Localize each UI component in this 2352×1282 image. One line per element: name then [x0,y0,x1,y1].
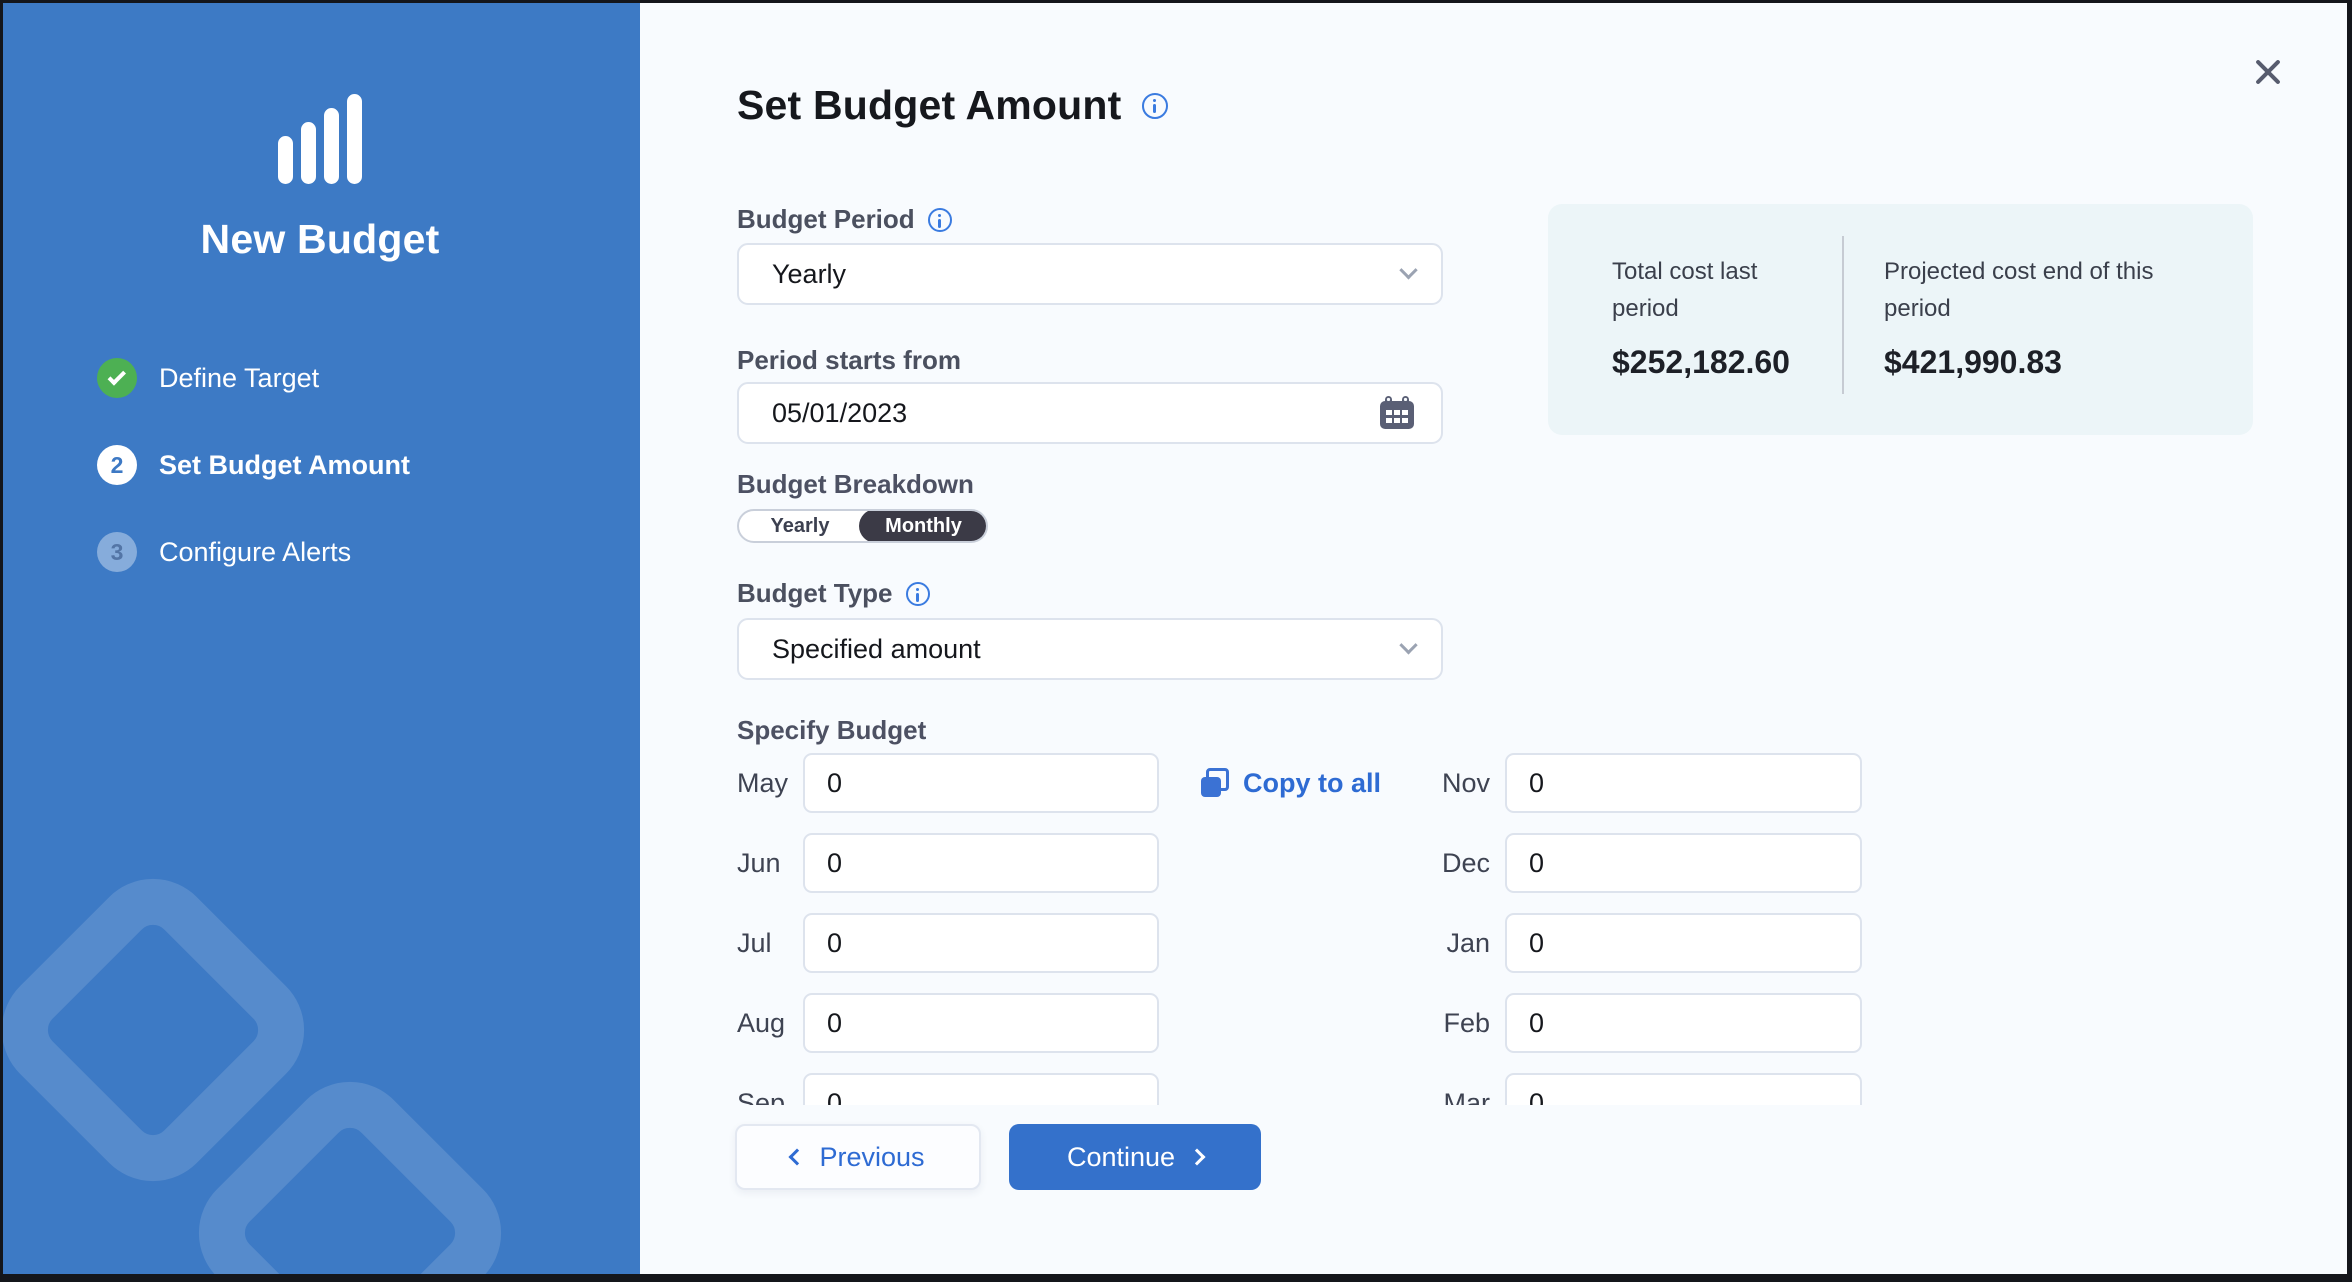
budget-period-value: Yearly [772,259,1402,290]
month-row: Jan [1418,913,1862,973]
month-label: Sep [737,1088,803,1106]
month-row: Aug [737,993,1159,1053]
period-starts-label: Period starts from [737,345,961,376]
month-row: May [737,753,1159,813]
step-set-budget-amount[interactable]: 2 Set Budget Amount [97,445,410,485]
month-row: Sep [737,1073,1159,1105]
month-label: Feb [1418,1008,1490,1039]
info-icon[interactable] [906,582,930,606]
month-row: Jun [737,833,1159,893]
window-frame-edge [0,0,2352,3]
month-amount-input[interactable] [1505,833,1862,893]
page-title: Set Budget Amount [737,82,1122,129]
toggle-option-yearly[interactable]: Yearly [739,511,861,541]
calendar-icon [1379,396,1415,430]
summary-value: $252,182.60 [1612,344,1802,381]
wizard-sidebar: New Budget Define Target 2 Set Budget Am… [0,0,640,1282]
month-label: May [737,768,803,799]
summary-divider [1842,236,1844,394]
bar-chart-logo [0,94,640,184]
month-amount-input[interactable] [803,913,1159,973]
month-label: Jul [737,928,803,959]
new-budget-modal: New Budget Define Target 2 Set Budget Am… [0,0,2352,1282]
period-starts-date-field[interactable]: 05/01/2023 [737,382,1443,444]
continue-button[interactable]: Continue [1009,1124,1261,1190]
summary-label: Total cost last period [1612,253,1802,327]
wizard-title: New Budget [0,216,640,263]
step-configure-alerts[interactable]: 3 Configure Alerts [97,532,410,572]
budget-breakdown-toggle: Yearly Monthly [737,509,988,543]
budget-breakdown-label: Budget Breakdown [737,469,974,500]
month-label: Jan [1418,928,1490,959]
window-frame-edge [0,0,3,1282]
window-frame-edge [0,1274,2352,1282]
month-amount-input[interactable] [803,993,1159,1053]
previous-button[interactable]: Previous [735,1124,981,1190]
budget-type-value: Specified amount [772,634,1402,665]
step-define-target[interactable]: Define Target [97,358,410,398]
month-label: Aug [737,1008,803,1039]
specify-budget-label: Specify Budget [737,715,926,746]
info-icon[interactable] [1142,93,1168,119]
cost-summary-card: Total cost last period $252,182.60 Proje… [1548,204,2253,435]
step-label: Set Budget Amount [159,450,410,481]
month-amount-input[interactable] [1505,993,1862,1053]
month-label: Jun [737,848,803,879]
continue-button-label: Continue [1067,1142,1175,1173]
month-label: Nov [1418,768,1490,799]
wizard-steps: Define Target 2 Set Budget Amount 3 Conf… [97,358,410,572]
window-frame-edge [2347,0,2352,1282]
chevron-left-icon [789,1149,806,1166]
chevron-right-icon [1189,1149,1206,1166]
set-budget-amount-panel: Set Budget Amount Total cost last period… [640,0,2352,1282]
chevron-down-icon [1399,636,1417,654]
toggle-option-monthly[interactable]: Monthly [859,509,988,543]
month-label: Mar [1418,1088,1490,1106]
summary-value: $421,990.83 [1884,344,2214,381]
month-amount-input[interactable] [803,753,1159,813]
month-row: Mar [1418,1073,1862,1105]
monthly-budget-grid: May Jun Jul Aug Sep [737,753,1917,1105]
copy-to-all-button[interactable]: Copy to all [1199,766,1381,800]
period-starts-value: 05/01/2023 [772,398,1379,429]
month-row: Nov [1418,753,1862,813]
month-amount-input[interactable] [1505,913,1862,973]
month-label: Dec [1418,848,1490,879]
month-amount-input[interactable] [1505,753,1862,813]
month-row: Feb [1418,993,1862,1053]
budget-period-label: Budget Period [737,204,915,235]
budget-type-select[interactable]: Specified amount [737,618,1443,680]
step-number-badge: 2 [97,445,137,485]
month-amount-input[interactable] [1505,1073,1862,1105]
month-amount-input[interactable] [803,1073,1159,1105]
budget-type-label: Budget Type [737,578,893,609]
copy-to-all-label: Copy to all [1243,768,1381,799]
close-icon[interactable] [2251,55,2285,89]
month-amount-input[interactable] [803,833,1159,893]
info-icon[interactable] [928,208,952,232]
month-row: Dec [1418,833,1862,893]
step-number-badge: 3 [97,532,137,572]
month-row: Jul [737,913,1159,973]
chevron-down-icon [1399,261,1417,279]
step-label: Configure Alerts [159,537,351,568]
budget-period-select[interactable]: Yearly [737,243,1443,305]
summary-label: Projected cost end of this period [1884,253,2214,327]
previous-button-label: Previous [819,1142,924,1173]
check-icon [97,358,137,398]
step-label: Define Target [159,363,319,394]
copy-icon [1199,767,1231,799]
